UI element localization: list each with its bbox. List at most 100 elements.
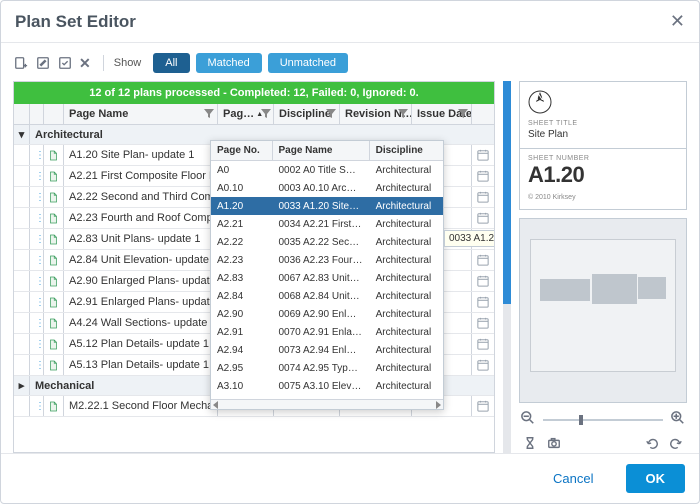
dd-horizontal-scrollbar[interactable] xyxy=(211,399,443,409)
sheet-title-label: SHEET TITLE xyxy=(528,120,678,127)
svg-text:N: N xyxy=(536,91,544,103)
drag-handle-icon[interactable]: ⋮⋮ xyxy=(30,334,44,354)
dialog-footer: Cancel OK xyxy=(1,453,699,503)
page-name-cell: A2.91 Enlarged Plans- update 1 xyxy=(64,292,218,312)
check-icon[interactable] xyxy=(57,55,73,71)
timer-icon[interactable] xyxy=(523,436,537,453)
vertical-scrollbar[interactable] xyxy=(503,81,511,453)
drag-handle-icon[interactable]: ⋮⋮ xyxy=(30,313,44,333)
column-page-name[interactable]: Page Name xyxy=(64,104,218,124)
page-name-cell: A2.22 Second and Third Composite xyxy=(64,187,218,207)
dd-header-page-no: Page No. xyxy=(211,141,273,160)
dropdown-row[interactable]: A2.950074 A2.95 Typ…Architectural xyxy=(211,359,443,377)
grid-header: Page Name Pag…▲ Discipline Revision N… I… xyxy=(14,104,494,125)
dropdown-row[interactable]: A2.910070 A2.91 Enla…Architectural xyxy=(211,323,443,341)
drag-handle-icon[interactable]: ⋮⋮ xyxy=(30,145,44,165)
document-icon xyxy=(44,396,64,416)
page-name-cell: A4.24 Wall Sections- update 1 xyxy=(64,313,218,333)
sheet-number-label: SHEET NUMBER xyxy=(528,155,678,162)
undo-icon[interactable] xyxy=(645,436,659,453)
drag-handle-icon[interactable]: ⋮⋮ xyxy=(30,292,44,312)
document-icon xyxy=(44,166,64,186)
dialog-title: Plan Set Editor xyxy=(15,12,136,32)
document-icon xyxy=(44,208,64,228)
page-name-cell: A2.90 Enlarged Plans- update 1 xyxy=(64,271,218,291)
clear-icon[interactable]: ✕ xyxy=(79,55,91,72)
add-page-icon[interactable] xyxy=(13,55,29,71)
plan-thumbnail[interactable] xyxy=(519,218,687,403)
calendar-icon[interactable] xyxy=(472,166,494,186)
calendar-icon[interactable] xyxy=(472,271,494,291)
toolbar: ✕ Show All Matched Unmatched xyxy=(13,53,687,73)
calendar-icon[interactable] xyxy=(472,396,494,416)
dropdown-row[interactable]: A2.210034 A2.21 First…Architectural xyxy=(211,215,443,233)
calendar-icon[interactable] xyxy=(472,187,494,207)
drag-handle-icon[interactable]: ⋮⋮ xyxy=(30,355,44,375)
column-issue-date[interactable]: Issue Date xyxy=(412,104,472,124)
document-icon xyxy=(44,250,64,270)
expand-icon[interactable]: ▾ xyxy=(14,125,30,144)
sheet-number-value: A1.20 xyxy=(528,162,678,188)
column-revision[interactable]: Revision N… xyxy=(340,104,412,124)
page-name-cell: A2.21 First Composite Floor Plan xyxy=(64,166,218,186)
calendar-icon[interactable] xyxy=(472,208,494,228)
drag-handle-icon[interactable]: ⋮⋮ xyxy=(30,250,44,270)
page-name-cell: A1.20 Site Plan- update 1 xyxy=(64,145,218,165)
column-discipline[interactable]: Discipline xyxy=(274,104,340,124)
camera-icon[interactable] xyxy=(547,436,561,453)
drag-handle-icon[interactable]: ⋮⋮ xyxy=(30,396,44,416)
edit-icon[interactable] xyxy=(35,55,51,71)
document-icon xyxy=(44,334,64,354)
drag-handle-icon[interactable]: ⋮⋮ xyxy=(30,208,44,228)
filter-matched-button[interactable]: Matched xyxy=(196,53,262,73)
page-name-cell: A2.84 Unit Elevation- update 1 xyxy=(64,250,218,270)
cancel-button[interactable]: Cancel xyxy=(533,464,613,493)
show-label: Show xyxy=(114,57,142,69)
document-icon xyxy=(44,187,64,207)
dropdown-row[interactable]: A2.220035 A2.22 Sec…Architectural xyxy=(211,233,443,251)
dropdown-row[interactable]: A2.900069 A2.90 Enl…Architectural xyxy=(211,305,443,323)
drag-handle-icon[interactable]: ⋮⋮ xyxy=(30,166,44,186)
ok-button[interactable]: OK xyxy=(626,464,686,493)
plan-set-editor-dialog: Plan Set Editor ✕ ✕ Show All Matched Unm… xyxy=(0,0,700,504)
filter-unmatched-button[interactable]: Unmatched xyxy=(268,53,348,73)
document-icon xyxy=(44,313,64,333)
calendar-icon[interactable] xyxy=(472,250,494,270)
dropdown-row[interactable]: A1.200033 A1.20 Site…Architectural xyxy=(211,197,443,215)
calendar-icon[interactable] xyxy=(472,355,494,375)
zoom-slider[interactable] xyxy=(543,419,663,421)
page-name-cell: A2.83 Unit Plans- update 1 xyxy=(64,229,218,249)
drag-handle-icon[interactable]: ⋮⋮ xyxy=(30,271,44,291)
tooltip: 0033 A1.20 Site Plan xyxy=(444,230,495,247)
drag-handle-icon[interactable]: ⋮⋮ xyxy=(30,187,44,207)
filter-all-button[interactable]: All xyxy=(153,53,189,73)
page-name-cell: A2.23 Fourth and Roof Composite xyxy=(64,208,218,228)
sheet-info-card: N SHEET TITLE Site Plan SHEET NUMBER A1.… xyxy=(519,81,687,210)
titlebar: Plan Set Editor ✕ xyxy=(1,1,699,43)
dropdown-row[interactable]: A00002 A0 Title S…Architectural xyxy=(211,161,443,179)
drag-handle-icon[interactable]: ⋮⋮ xyxy=(30,229,44,249)
preview-panel: N SHEET TITLE Site Plan SHEET NUMBER A1.… xyxy=(519,81,687,453)
calendar-icon[interactable] xyxy=(472,292,494,312)
dropdown-row[interactable]: A2.840068 A2.84 Unit…Architectural xyxy=(211,287,443,305)
dropdown-row[interactable]: A2.830067 A2.83 Unit…Architectural xyxy=(211,269,443,287)
dropdown-row[interactable]: A3.100075 A3.10 Elev…Architectural xyxy=(211,377,443,395)
zoom-slider-row xyxy=(519,411,687,428)
dropdown-row[interactable]: A2.230036 A2.23 Four…Architectural xyxy=(211,251,443,269)
dropdown-row[interactable]: A2.940073 A2.94 Enl…Architectural xyxy=(211,341,443,359)
dropdown-row[interactable]: A0.100003 A0.10 Arc…Architectural xyxy=(211,179,443,197)
document-icon xyxy=(44,145,64,165)
zoom-out-icon[interactable] xyxy=(521,411,535,428)
close-icon[interactable]: ✕ xyxy=(670,11,685,32)
document-icon xyxy=(44,271,64,291)
page-name-cell: A5.12 Plan Details- update 1 xyxy=(64,334,218,354)
expand-icon[interactable]: ▸ xyxy=(14,376,30,395)
page-name-cell: M2.22.1 Second Floor Mechanical xyxy=(64,396,218,416)
redo-icon[interactable] xyxy=(669,436,683,453)
calendar-icon[interactable] xyxy=(472,145,494,165)
calendar-icon[interactable] xyxy=(472,334,494,354)
column-page-no[interactable]: Pag…▲ xyxy=(218,104,274,124)
calendar-icon[interactable] xyxy=(472,313,494,333)
zoom-in-icon[interactable] xyxy=(671,411,685,428)
page-lookup-dropdown[interactable]: Page No. Page Name Discipline A00002 A0 … xyxy=(210,140,444,410)
